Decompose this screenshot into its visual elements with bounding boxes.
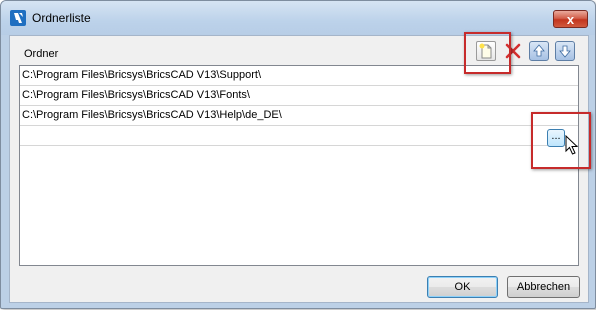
bricscad-app-icon — [10, 10, 26, 26]
close-icon: x — [566, 12, 575, 27]
move-up-icon — [533, 44, 545, 57]
window-title: Ordnerliste — [32, 11, 91, 25]
ordnerliste-dialog: Ordnerliste x Ordner C:\Program Files\Br… — [0, 0, 596, 309]
highlight-box-browse — [531, 112, 591, 169]
list-label: Ordner — [24, 48, 59, 60]
ok-button[interactable]: OK — [427, 276, 498, 298]
list-item-path: C:\Program Files\Bricsys\BricsCAD V13\Fo… — [22, 89, 250, 101]
cancel-button[interactable]: Abbrechen — [507, 276, 580, 298]
list-item-edit[interactable] — [20, 126, 578, 146]
list-item[interactable]: C:\Program Files\Bricsys\BricsCAD V13\He… — [20, 106, 578, 126]
move-up-button[interactable] — [529, 41, 549, 61]
move-down-icon — [559, 45, 571, 58]
folder-list[interactable]: C:\Program Files\Bricsys\BricsCAD V13\Su… — [19, 65, 579, 266]
close-button[interactable]: x — [553, 10, 588, 28]
title-bar[interactable]: Ordnerliste x — [1, 1, 595, 35]
list-item-path: C:\Program Files\Bricsys\BricsCAD V13\He… — [22, 109, 282, 121]
list-item-path: C:\Program Files\Bricsys\BricsCAD V13\Su… — [22, 69, 262, 81]
dialog-body: Ordner C:\Program Files\Bricsys\BricsCAD… — [9, 32, 591, 303]
highlight-box-new-folder — [464, 32, 511, 74]
list-item[interactable]: C:\Program Files\Bricsys\BricsCAD V13\Fo… — [20, 86, 578, 106]
move-down-button[interactable] — [555, 41, 575, 61]
